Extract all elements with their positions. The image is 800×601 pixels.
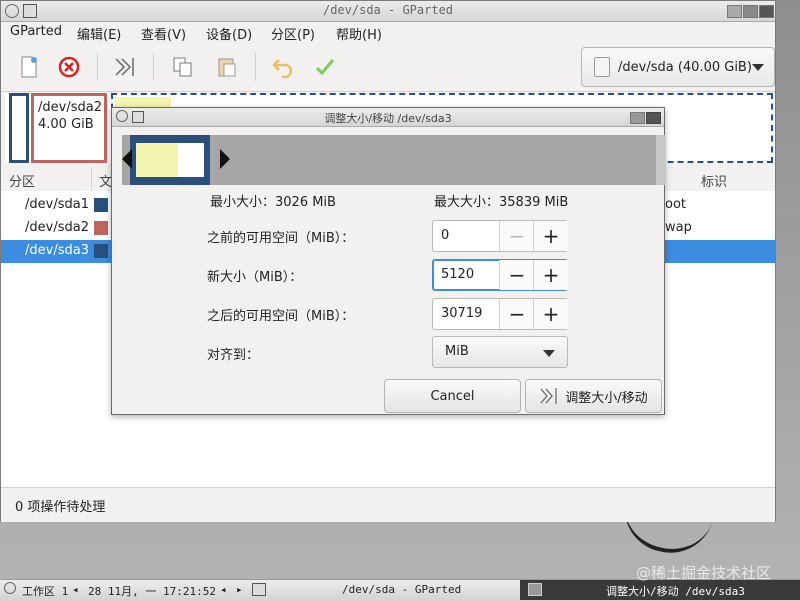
taskbar-item-dialog-label: 调整大小/移动 /dev/sda3 <box>606 585 745 598</box>
chevron-down-icon <box>543 350 555 357</box>
max-size-label: 最大大小：35839 MiB <box>434 195 569 210</box>
delete-icon[interactable] <box>55 53 83 81</box>
resize-move-icon <box>540 388 557 404</box>
filesystem-color-swatch <box>94 221 108 235</box>
taskbar-item-gparted[interactable]: /dev/sda - GParted <box>342 583 461 596</box>
menu-partition[interactable]: 分区(P) <box>271 24 315 43</box>
free-before-label: 之前的可用空间（MiB）： <box>207 231 355 246</box>
column-header-partition[interactable]: 分区 <box>9 171 35 190</box>
dialog-title: 调整大小/移动 /dev/sda3 <box>324 112 452 125</box>
left-resize-handle[interactable] <box>122 149 132 169</box>
minus-icon[interactable]: − <box>499 221 534 251</box>
resize-move-icon[interactable] <box>111 53 139 81</box>
next-arrow-icon[interactable]: ▸ <box>236 583 243 596</box>
free-before-spinner: 0 − + <box>432 220 568 252</box>
maximize-button[interactable] <box>630 112 645 124</box>
row-partition-name: /dev/sda1 <box>25 197 89 212</box>
watermark-text: @稀土掘金技术社区 <box>636 564 772 582</box>
partition-block-name: /dev/sda2 <box>38 100 102 115</box>
toolbar-separator <box>97 53 98 81</box>
free-after-label: 之后的可用空间（MiB）： <box>207 309 355 324</box>
toolbar-separator <box>255 53 256 81</box>
filesystem-color-swatch <box>94 198 108 212</box>
align-to-label: 对齐到： <box>207 348 260 363</box>
align-to-dropdown[interactable]: MiB <box>432 336 568 368</box>
plus-icon[interactable]: + <box>533 221 568 251</box>
resize-move-button-label: 调整大小/移动 <box>565 390 648 406</box>
free-after-input[interactable]: 30719 <box>441 306 482 321</box>
row-label: oot <box>665 197 687 212</box>
copy-icon[interactable] <box>169 53 197 81</box>
clock: 28 11月, 一 17:21:52 <box>88 585 216 598</box>
menubar: GParted 编辑(E) 查看(V) 设备(D) 分区(P) 帮助(H) <box>1 21 775 45</box>
partition-block-sda2[interactable]: /dev/sda2 4.00 GiB <box>31 93 107 163</box>
slider-end-cap <box>656 135 666 185</box>
partition-block-size: 4.00 GiB <box>38 117 94 132</box>
column-divider <box>91 167 92 191</box>
filesystem-color-swatch <box>94 244 108 258</box>
system-menu-icon[interactable] <box>4 582 16 594</box>
partition-size-area <box>136 143 204 177</box>
plus-icon[interactable]: + <box>533 260 568 290</box>
cancel-button[interactable]: Cancel <box>384 379 521 413</box>
free-before-input[interactable]: 0 <box>441 228 449 243</box>
row-partition-name: /dev/sda3 <box>25 243 89 258</box>
device-selector-label: /dev/sda (40.00 GiB) <box>618 59 752 75</box>
close-button[interactable] <box>646 112 661 124</box>
menu-edit[interactable]: 编辑(E) <box>77 24 121 43</box>
disk-icon <box>594 57 610 77</box>
menu-view[interactable]: 查看(V) <box>141 24 186 43</box>
plus-icon[interactable]: + <box>533 299 568 329</box>
partition-block-sda1[interactable] <box>9 93 29 163</box>
window-titlebar[interactable]: /dev/sda - GParted <box>1 1 775 22</box>
new-size-label: 新大小（MiB）： <box>207 270 303 285</box>
chevron-down-icon <box>752 64 764 71</box>
menu-gparted[interactable]: GParted <box>10 24 62 39</box>
status-bar: 0 项操作待处理 <box>1 487 775 522</box>
new-size-spinner: 5120 − + <box>432 259 568 291</box>
new-icon[interactable] <box>15 53 43 81</box>
app-icon <box>252 583 266 596</box>
align-to-value: MiB <box>445 344 469 359</box>
resize-slider[interactable] <box>122 135 666 185</box>
min-size-label: 最小大小：3026 MiB <box>210 195 336 210</box>
partition-handle-block[interactable] <box>130 135 210 185</box>
new-size-input[interactable]: 5120 <box>441 267 474 282</box>
apply-icon[interactable] <box>311 53 339 81</box>
minus-icon[interactable]: − <box>499 260 534 290</box>
menu-help[interactable]: 帮助(H) <box>336 24 382 43</box>
device-selector[interactable]: /dev/sda (40.00 GiB) <box>581 47 775 87</box>
column-header-label[interactable]: 标识 <box>701 171 727 190</box>
maximize-button[interactable] <box>743 5 758 18</box>
workspace-indicator[interactable]: 工作区 1 <box>22 583 68 599</box>
app-icon <box>528 583 542 596</box>
resize-move-dialog: 调整大小/移动 /dev/sda3 最小大小：3026 MiB 最大大小：358… <box>111 107 666 415</box>
free-after-spinner: 30719 − + <box>432 298 568 330</box>
right-resize-handle[interactable] <box>220 149 230 169</box>
minimize-button[interactable] <box>727 5 742 18</box>
toolbar-separator <box>153 53 154 81</box>
prev-arrow-icon[interactable]: ◂ <box>220 583 227 596</box>
partition-used-fill <box>136 143 178 177</box>
resize-move-button[interactable]: 调整大小/移动 <box>525 379 662 413</box>
minus-icon[interactable]: − <box>499 299 534 329</box>
close-button[interactable] <box>759 5 774 18</box>
pending-operations-text: 0 项操作待处理 <box>15 500 106 515</box>
menu-device[interactable]: 设备(D) <box>206 24 252 43</box>
dialog-titlebar[interactable]: 调整大小/移动 /dev/sda3 <box>112 108 664 127</box>
window-title: /dev/sda - GParted <box>322 3 454 17</box>
taskbar-item-dialog[interactable]: 调整大小/移动 /dev/sda3 <box>520 580 800 600</box>
undo-icon[interactable] <box>269 53 297 81</box>
prev-arrow-icon[interactable]: ◂ <box>72 583 79 596</box>
paste-icon[interactable] <box>213 53 241 81</box>
cancel-button-label: Cancel <box>430 388 475 404</box>
row-label: wap <box>665 220 692 235</box>
row-partition-name: /dev/sda2 <box>25 220 89 235</box>
